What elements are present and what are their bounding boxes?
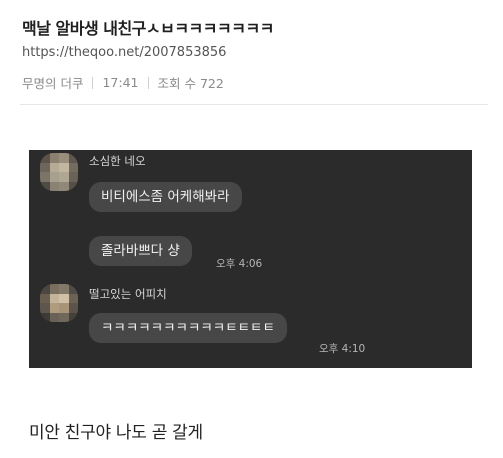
post-title: 맥날 알바생 내친구ㅅㅂㅋㅋㅋㅋㅋㅋㅋ xyxy=(22,19,274,38)
meta-separator xyxy=(92,76,94,89)
header-divider xyxy=(20,104,488,105)
message-time: 오후 4:10 xyxy=(319,343,366,355)
post-meta: 무명의 더쿠 17:41 조회 수 722 xyxy=(22,73,224,92)
post-url-link[interactable]: https://theqoo.net/2007853856 xyxy=(22,45,226,60)
message-bubble: 비티에스좀 어케해봐라 xyxy=(89,182,242,212)
chat-screenshot-image: 소심한 네오 비티에스좀 어케해봐라 졸라바쁘다 샹 오후 4:06 떨고있는 … xyxy=(29,150,472,368)
author-name: 무명의 더쿠 xyxy=(22,76,84,91)
avatar xyxy=(40,284,78,322)
post-caption: 미안 친구야 나도 곧 갈게 xyxy=(29,423,203,443)
view-count: 조회 수 722 xyxy=(157,76,224,91)
message-bubble: 졸라바쁘다 샹 xyxy=(89,236,192,266)
sender-name: 소심한 네오 xyxy=(89,154,146,168)
avatar xyxy=(40,153,78,191)
sender-name: 떨고있는 어피치 xyxy=(89,287,167,301)
meta-separator xyxy=(147,76,149,89)
post-time: 17:41 xyxy=(102,75,139,90)
message-time: 오후 4:06 xyxy=(216,258,263,270)
message-bubble: ㅋㅋㅋㅋㅋㅋㅋㅋㅋㅋㅌㅌㅌㅌ xyxy=(89,313,287,343)
